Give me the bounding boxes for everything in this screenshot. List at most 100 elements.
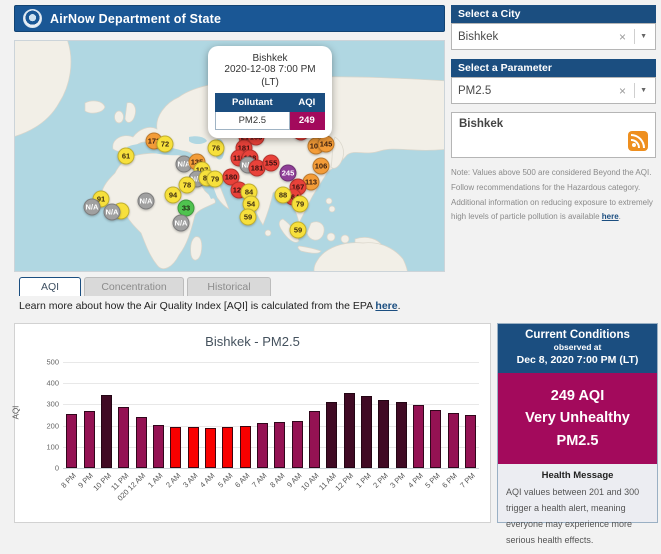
map-marker[interactable]: 155 — [263, 155, 280, 172]
aqi-bar[interactable] — [84, 411, 95, 468]
x-tick-label: 5 AM — [216, 471, 234, 489]
x-tick-label: 3 AM — [181, 471, 199, 489]
x-tick-label: 7 AM — [250, 471, 268, 489]
map-marker[interactable]: 76 — [208, 140, 225, 157]
current-conditions-title: Current Conditions — [502, 329, 653, 341]
map-marker[interactable]: N/A — [138, 193, 155, 210]
city-select[interactable]: Bishkek × ▼ — [451, 23, 656, 50]
aqi-bar[interactable] — [361, 396, 372, 468]
aqi-bar[interactable] — [66, 414, 77, 468]
aqi-bar[interactable] — [413, 405, 424, 468]
x-tick-label: 2 PM — [371, 471, 390, 490]
x-tick-label: 6 AM — [233, 471, 251, 489]
tab-concentration[interactable]: Concentration — [84, 277, 184, 296]
aqi-category: Very Unhealthy — [502, 407, 653, 429]
popup-city: Bishkek — [215, 53, 325, 64]
clear-icon[interactable]: × — [614, 30, 631, 44]
map-marker[interactable]: N/A — [84, 199, 101, 216]
tab-historical[interactable]: Historical — [187, 277, 271, 296]
aqi-bar[interactable] — [101, 395, 112, 468]
aqi-bar[interactable] — [136, 417, 147, 468]
city-select-value: Bishkek — [458, 31, 614, 43]
chart-plot-area: 01002003004005008 PM9 PM10 PM11 PM020 12… — [63, 362, 479, 468]
aqi-value: 249 AQI — [502, 385, 653, 407]
map-marker[interactable]: 79 — [207, 171, 224, 188]
aqi-bar[interactable] — [188, 427, 199, 468]
y-tick-label: 0 — [55, 464, 59, 473]
select-divider — [634, 29, 635, 44]
map-marker[interactable]: 72 — [157, 136, 174, 153]
map-marker[interactable]: 78 — [179, 177, 196, 194]
map-marker[interactable]: 61 — [118, 148, 135, 165]
aqi-bar[interactable] — [222, 427, 233, 468]
map-marker[interactable]: 88 — [275, 187, 292, 204]
aqi-bar[interactable] — [326, 402, 337, 468]
y-axis-title: AQI — [11, 406, 20, 420]
parameter-select[interactable]: PM2.5 × ▼ — [451, 77, 656, 104]
map-marker[interactable]: 59 — [240, 209, 257, 226]
x-tick-label: 1 AM — [146, 471, 164, 489]
aqi-bar[interactable] — [292, 421, 303, 468]
aqi-bar[interactable] — [274, 422, 285, 468]
map-marker[interactable]: 145 — [318, 136, 335, 153]
x-tick-label: 2 AM — [164, 471, 182, 489]
chevron-down-icon[interactable]: ▼ — [638, 33, 649, 40]
note-text: Note: Values above 500 are considered Be… — [451, 168, 653, 221]
chevron-down-icon[interactable]: ▼ — [638, 87, 649, 94]
popup-aqi-value: 249 — [289, 112, 324, 130]
y-tick-label: 400 — [46, 379, 59, 388]
map-marker[interactable]: 59 — [290, 222, 307, 239]
popup-pollutant-value: PM2.5 — [216, 112, 290, 130]
aqi-bar[interactable] — [153, 425, 164, 468]
note-here-link[interactable]: here — [602, 212, 619, 221]
aqi-bar[interactable] — [378, 400, 389, 468]
aqi-pollutant: PM2.5 — [502, 430, 653, 452]
epa-here-link[interactable]: here — [375, 300, 397, 312]
aqi-bar[interactable] — [118, 407, 129, 468]
beyond-aqi-note: Note: Values above 500 are considered Be… — [451, 166, 658, 225]
city-feed-box: Bishkek — [451, 112, 656, 158]
gridline — [63, 362, 479, 363]
y-tick-label: 500 — [46, 358, 59, 367]
aqi-bar[interactable] — [465, 415, 476, 468]
parameter-select-value: PM2.5 — [458, 85, 614, 97]
aqi-bar[interactable] — [205, 428, 216, 468]
map-marker[interactable]: 79 — [292, 196, 309, 213]
clear-icon[interactable]: × — [614, 84, 631, 98]
aqi-bar[interactable] — [170, 427, 181, 468]
popup-table: Pollutant AQI PM2.5 249 — [215, 93, 325, 130]
aqi-bar[interactable] — [309, 411, 320, 468]
x-tick-label: 8 PM — [59, 471, 78, 490]
x-tick-label: 8 AM — [268, 471, 286, 489]
health-message-title: Health Message — [506, 470, 649, 481]
popup-pollutant-header: Pollutant — [216, 94, 290, 112]
observed-datetime: Dec 8, 2020 7:00 PM (LT) — [502, 354, 653, 366]
x-tick-label: 1 PM — [354, 471, 373, 490]
current-conditions-panel: Current Conditions observed at Dec 8, 20… — [497, 323, 658, 523]
state-department-seal-icon — [23, 9, 42, 28]
rss-icon[interactable] — [628, 131, 648, 151]
app-header: AirNow Department of State — [14, 5, 445, 32]
map-marker[interactable]: 106 — [313, 158, 330, 175]
aqi-bar[interactable] — [448, 413, 459, 468]
aqi-bar[interactable] — [344, 393, 355, 468]
learn-more-suffix: . — [398, 300, 401, 312]
aqi-value-block: 249 AQI Very Unhealthy PM2.5 — [498, 373, 657, 464]
select-divider — [634, 83, 635, 98]
map-marker[interactable]: N/A — [173, 215, 190, 232]
aqi-bar[interactable] — [396, 402, 407, 468]
map-marker[interactable]: 245 — [280, 165, 297, 182]
select-city-header: Select a City — [451, 5, 656, 23]
x-tick-label: 4 PM — [406, 471, 425, 490]
aqi-bar[interactable] — [257, 423, 268, 468]
gridline — [63, 468, 479, 469]
aqi-bar[interactable] — [430, 410, 441, 468]
x-tick-label: 3 PM — [389, 471, 408, 490]
aqi-world-map[interactable]: 611727291N/AN/AN/A9433N/AN/A135107N/A807… — [14, 40, 445, 272]
y-tick-label: 200 — [46, 421, 59, 430]
map-popup: Bishkek 2020-12-08 7:00 PM (LT) Pollutan… — [208, 46, 332, 138]
aqi-chart-panel: Bishkek - PM2.5 AQI 01002003004005008 PM… — [14, 323, 491, 523]
tab-aqi[interactable]: AQI — [19, 277, 81, 296]
map-marker[interactable]: N/A — [104, 204, 121, 221]
aqi-bar[interactable] — [240, 426, 251, 468]
